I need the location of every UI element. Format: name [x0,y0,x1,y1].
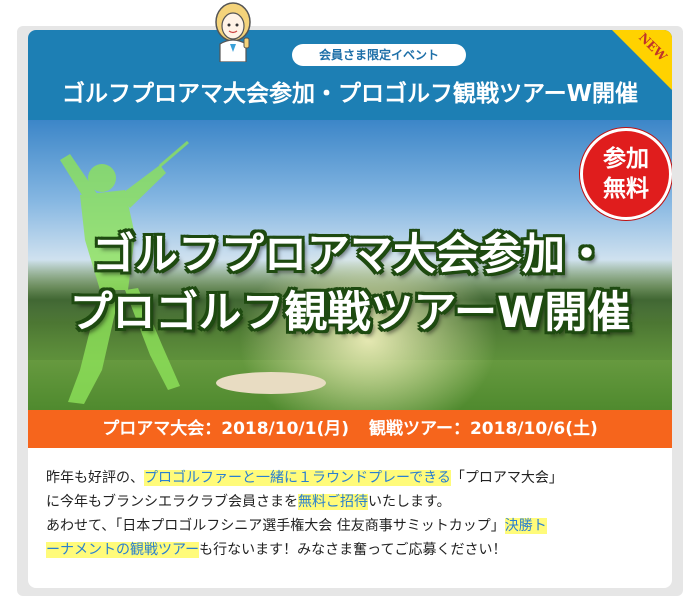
tour-date: 観戦ツアー：2018/10/6(土) [369,419,598,439]
hero-title-line2: プロゴルフ観戦ツアーW開催 [69,288,631,338]
description-line: 昨年も好評の、プロゴルファーと一緒に１ラウンドプレーできる「プロアマ大会」 [46,466,658,490]
text-segment: に今年もブランシエラクラブ会員さまを [46,494,298,510]
highlight-text: 無料ご招待 [298,494,368,510]
highlight-text: 決勝ト [504,518,547,534]
badge-line1: 参加 [603,146,649,172]
text-segment: いたします。 [368,494,451,510]
event-dates-bar: プロアマ大会：2018/10/1(月) 観戦ツアー：2018/10/6(土) [28,410,672,448]
badge-line2: 無料 [603,176,649,202]
free-participation-badge: 参加 無料 [580,128,672,220]
sand-bunker [216,372,326,394]
event-card[interactable]: 会員さま限定イベント ゴルフプロアマ大会参加・プロゴルフ観戦ツアーW開催 NEW… [28,30,672,588]
event-description: 昨年も好評の、プロゴルファーと一緒に１ラウンドプレーできる「プロアマ大会」 に今… [46,466,658,562]
text-segment: あわせて、「日本プロゴルフシニア選手権大会 住友商事サミットカップ」 [46,518,505,534]
members-only-tag: 会員さま限定イベント [292,44,466,66]
text-segment: も行ないます！みなさま奮ってご応募ください！ [199,542,507,558]
highlight-text: プロゴルファーと一緒に１ラウンドプレーできる [144,470,451,486]
mascot-woman-icon [215,2,251,62]
description-line: ーナメントの観戦ツアーも行ないます！みなさま奮ってご応募ください！ [46,538,658,562]
description-line: に今年もブランシエラクラブ会員さまを無料ご招待いたします。 [46,490,658,514]
card-header: 会員さま限定イベント ゴルフプロアマ大会参加・プロゴルフ観戦ツアーW開催 NEW [28,30,672,120]
proam-date: プロアマ大会：2018/10/1(月) [102,419,349,439]
hero-banner: ゴルフプロアマ大会参加・ プロゴルフ観戦ツアーW開催 参加 無料 [28,120,672,410]
event-title: ゴルフプロアマ大会参加・プロゴルフ観戦ツアーW開催 [62,81,638,107]
text-segment: 「プロアマ大会」 [450,470,563,486]
hero-title-line1: ゴルフプロアマ大会参加・ [92,230,608,280]
text-segment: 昨年も好評の、 [46,470,144,486]
highlight-text: ーナメントの観戦ツアー [46,542,200,558]
description-line: あわせて、「日本プロゴルフシニア選手権大会 住友商事サミットカップ」決勝ト [46,514,658,538]
